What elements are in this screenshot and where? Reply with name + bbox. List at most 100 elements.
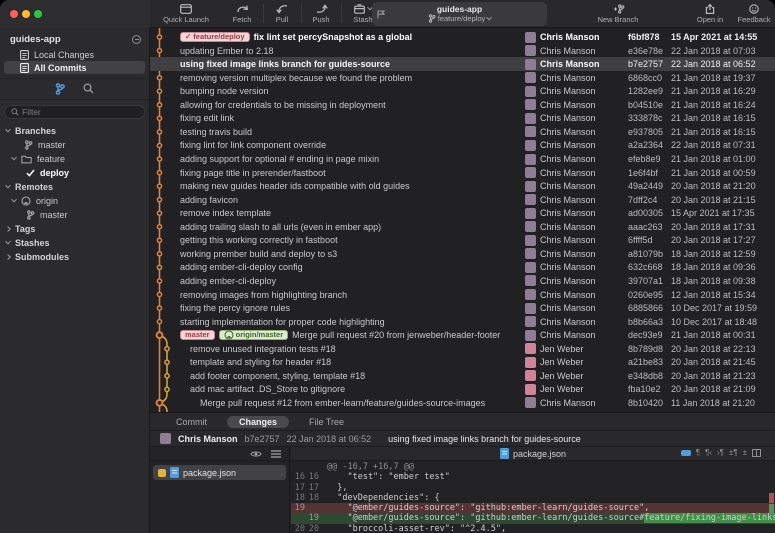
wrap-lines-icon[interactable] (680, 449, 691, 457)
chevron-down-icon[interactable] (11, 154, 17, 161)
commit-message: getting this working correctly in fastbo… (180, 235, 338, 246)
branches-tab-icon[interactable] (55, 83, 65, 95)
commit-row[interactable]: testing travis build Chris Manson e937805 2… (150, 125, 775, 139)
commit-row[interactable]: adding trailing slash to all urls (even … (150, 220, 775, 234)
zoom-window-button[interactable] (34, 10, 42, 18)
commit-row[interactable]: removing images from highlighting branch… (150, 288, 775, 302)
commit-author: Chris Manson (525, 194, 628, 206)
commit-date: 20 Jan 2018 at 21:23 (671, 370, 756, 381)
repo-branch-widget[interactable]: guides-app feature/deploy (372, 2, 547, 26)
collapse-repo-icon[interactable] (132, 35, 141, 44)
commit-row[interactable]: fixing the percy ignore rules Chris Manso… (150, 301, 775, 315)
commit-row[interactable]: remove unused integration tests #18 Jen W… (150, 342, 775, 356)
whitespace-icon[interactable]: ¶ (696, 448, 700, 457)
commit-hash: aaac263 (628, 221, 663, 232)
chevron-down-icon[interactable] (5, 238, 11, 245)
preview-eye-icon[interactable] (250, 450, 262, 458)
commit-row[interactable]: add footer component, styling, template … (150, 369, 775, 383)
commit-row[interactable]: removing version multiplex because we fo… (150, 71, 775, 85)
tree-item-tags[interactable]: Tags (0, 222, 149, 236)
tree-item-label: master (38, 140, 66, 150)
tree-item-branches[interactable]: Branches (0, 124, 149, 138)
commit-row[interactable]: ✓ feature/deploy fix lint set percySnapsho… (150, 30, 775, 44)
list-view-icon[interactable] (271, 449, 281, 458)
tree-item-master[interactable]: master (0, 208, 149, 222)
commit-row[interactable]: using fixed image links branch for guide… (150, 57, 775, 71)
commit-row[interactable]: adding support for optional # ending in … (150, 152, 775, 166)
commit-row[interactable]: bumping node version Chris Manson 1282ee9 2… (150, 85, 775, 99)
tab-changes[interactable]: Changes (227, 415, 290, 428)
quick-launch-button[interactable]: Quick Launch (158, 1, 214, 27)
file-icon (170, 467, 179, 478)
tree-item-deploy[interactable]: deploy (0, 166, 149, 180)
commit-row[interactable]: working prember build and deploy to s3 Ch… (150, 247, 775, 261)
hunk-settings-icon[interactable]: ± (743, 448, 747, 457)
commit-list: ✓ feature/deploy fix lint set percySnapsho… (150, 28, 775, 412)
commit-author: Chris Manson (525, 31, 628, 43)
close-window-button[interactable] (10, 10, 18, 18)
commit-row[interactable]: master origin/master Merge pull request #2… (150, 328, 775, 342)
commit-row[interactable]: getting this working correctly in fastbo… (150, 234, 775, 248)
filter-input[interactable]: Filter (4, 105, 145, 119)
diff-line-removed: 19 "@ember/guides-source": "github:ember… (291, 503, 775, 514)
commit-author: Chris Manson (525, 126, 628, 138)
file-row[interactable]: package.json (153, 465, 286, 480)
commit-row[interactable]: Merge pull request #12 from ember-learn/… (150, 396, 775, 410)
tree-item-remotes[interactable]: Remotes (0, 180, 149, 194)
search-tab-icon[interactable] (83, 83, 94, 95)
commit-message: updating Ember to 2.18 (180, 45, 274, 56)
commit-hash: e36e78e (628, 45, 664, 56)
chevron-down-icon[interactable] (5, 182, 11, 189)
split-view-icon[interactable] (752, 448, 761, 457)
commit-row[interactable]: fixing edit link Chris Manson 333878c 21 Ja… (150, 112, 775, 126)
tree-item-submodules[interactable]: Submodules (0, 250, 149, 264)
sidebar: guides-app Local Changes All Commits Filt… (0, 28, 150, 533)
diff-line-context: 17 17 }, (291, 483, 775, 493)
detail-message: using fixed image links branch for guide… (388, 433, 581, 444)
sidebar-item-local-changes[interactable]: Local Changes (4, 48, 145, 61)
commit-row[interactable]: template and styling for header #18 Jen W… (150, 356, 775, 370)
chevron-down-icon[interactable] (5, 126, 11, 133)
tree-item-stashes[interactable]: Stashes (0, 236, 149, 250)
commit-row[interactable]: updating Ember to 2.18 Chris Manson e36e78… (150, 44, 775, 58)
tree-item-master[interactable]: master (0, 138, 149, 152)
fetch-button[interactable]: Fetch (226, 1, 258, 27)
chevron-right-icon[interactable] (5, 226, 11, 232)
chevron-down-icon[interactable] (11, 196, 17, 203)
feedback-button[interactable]: Feedback (734, 1, 774, 27)
branch-badge: origin/master (218, 330, 289, 341)
push-button[interactable]: Push (306, 1, 336, 27)
current-branch-selector[interactable]: feature/deploy (428, 14, 493, 23)
fetch-icon (236, 4, 249, 14)
commit-hash: 6885866 (628, 303, 664, 314)
commit-row[interactable]: allowing for credentials to be missing i… (150, 98, 775, 112)
commit-row[interactable]: remove index template Chris Manson ad00305… (150, 206, 775, 220)
chevron-right-icon[interactable] (5, 254, 11, 260)
tree-item-feature[interactable]: feature (0, 152, 149, 166)
commit-row[interactable]: adding favicon Chris Manson 7dff2c4 20 Jan … (150, 193, 775, 207)
pull-button[interactable]: Pull (268, 1, 296, 27)
diff-panel: package.json ¶ ¶‹ ›¶ ±¶ ± @@ -16,7 +16,7… (291, 447, 775, 533)
next-change-icon[interactable]: ›¶ (717, 448, 724, 457)
github-icon (21, 196, 31, 206)
sidebar-item-all-commits[interactable]: All Commits (4, 61, 145, 74)
file-name: package.json (183, 467, 237, 478)
commit-message: template and styling for header #18 (190, 357, 332, 368)
commit-row[interactable]: fixing page title in prerender/fastboot C… (150, 166, 775, 180)
diff-content[interactable]: @@ -16,7 +16,7 @@ 16 16 "test": "ember tes… (291, 461, 775, 533)
commit-row[interactable]: making new guides header ids compatible … (150, 179, 775, 193)
expand-context-icon[interactable]: ±¶ (729, 448, 738, 457)
commit-row[interactable]: fixing lint for link component override C… (150, 139, 775, 153)
tab-file-tree[interactable]: File Tree (297, 416, 356, 428)
commit-row[interactable]: starting implementation for proper code … (150, 315, 775, 329)
open-in-button[interactable]: Open in (690, 1, 730, 27)
file-icon (499, 448, 509, 459)
prev-change-icon[interactable]: ¶‹ (705, 448, 712, 457)
commit-row[interactable]: adding ember-cli-deploy config Chris Mans… (150, 261, 775, 275)
tree-item-origin[interactable]: origin (0, 194, 149, 208)
new-branch-button[interactable]: New Branch (590, 1, 646, 27)
tab-commit[interactable]: Commit (164, 416, 219, 428)
commit-row[interactable]: add mac artifact .DS_Store to gitignore J… (150, 383, 775, 397)
commit-row[interactable]: adding ember-cli-deploy Chris Manson 39707… (150, 274, 775, 288)
minimize-window-button[interactable] (22, 10, 30, 18)
